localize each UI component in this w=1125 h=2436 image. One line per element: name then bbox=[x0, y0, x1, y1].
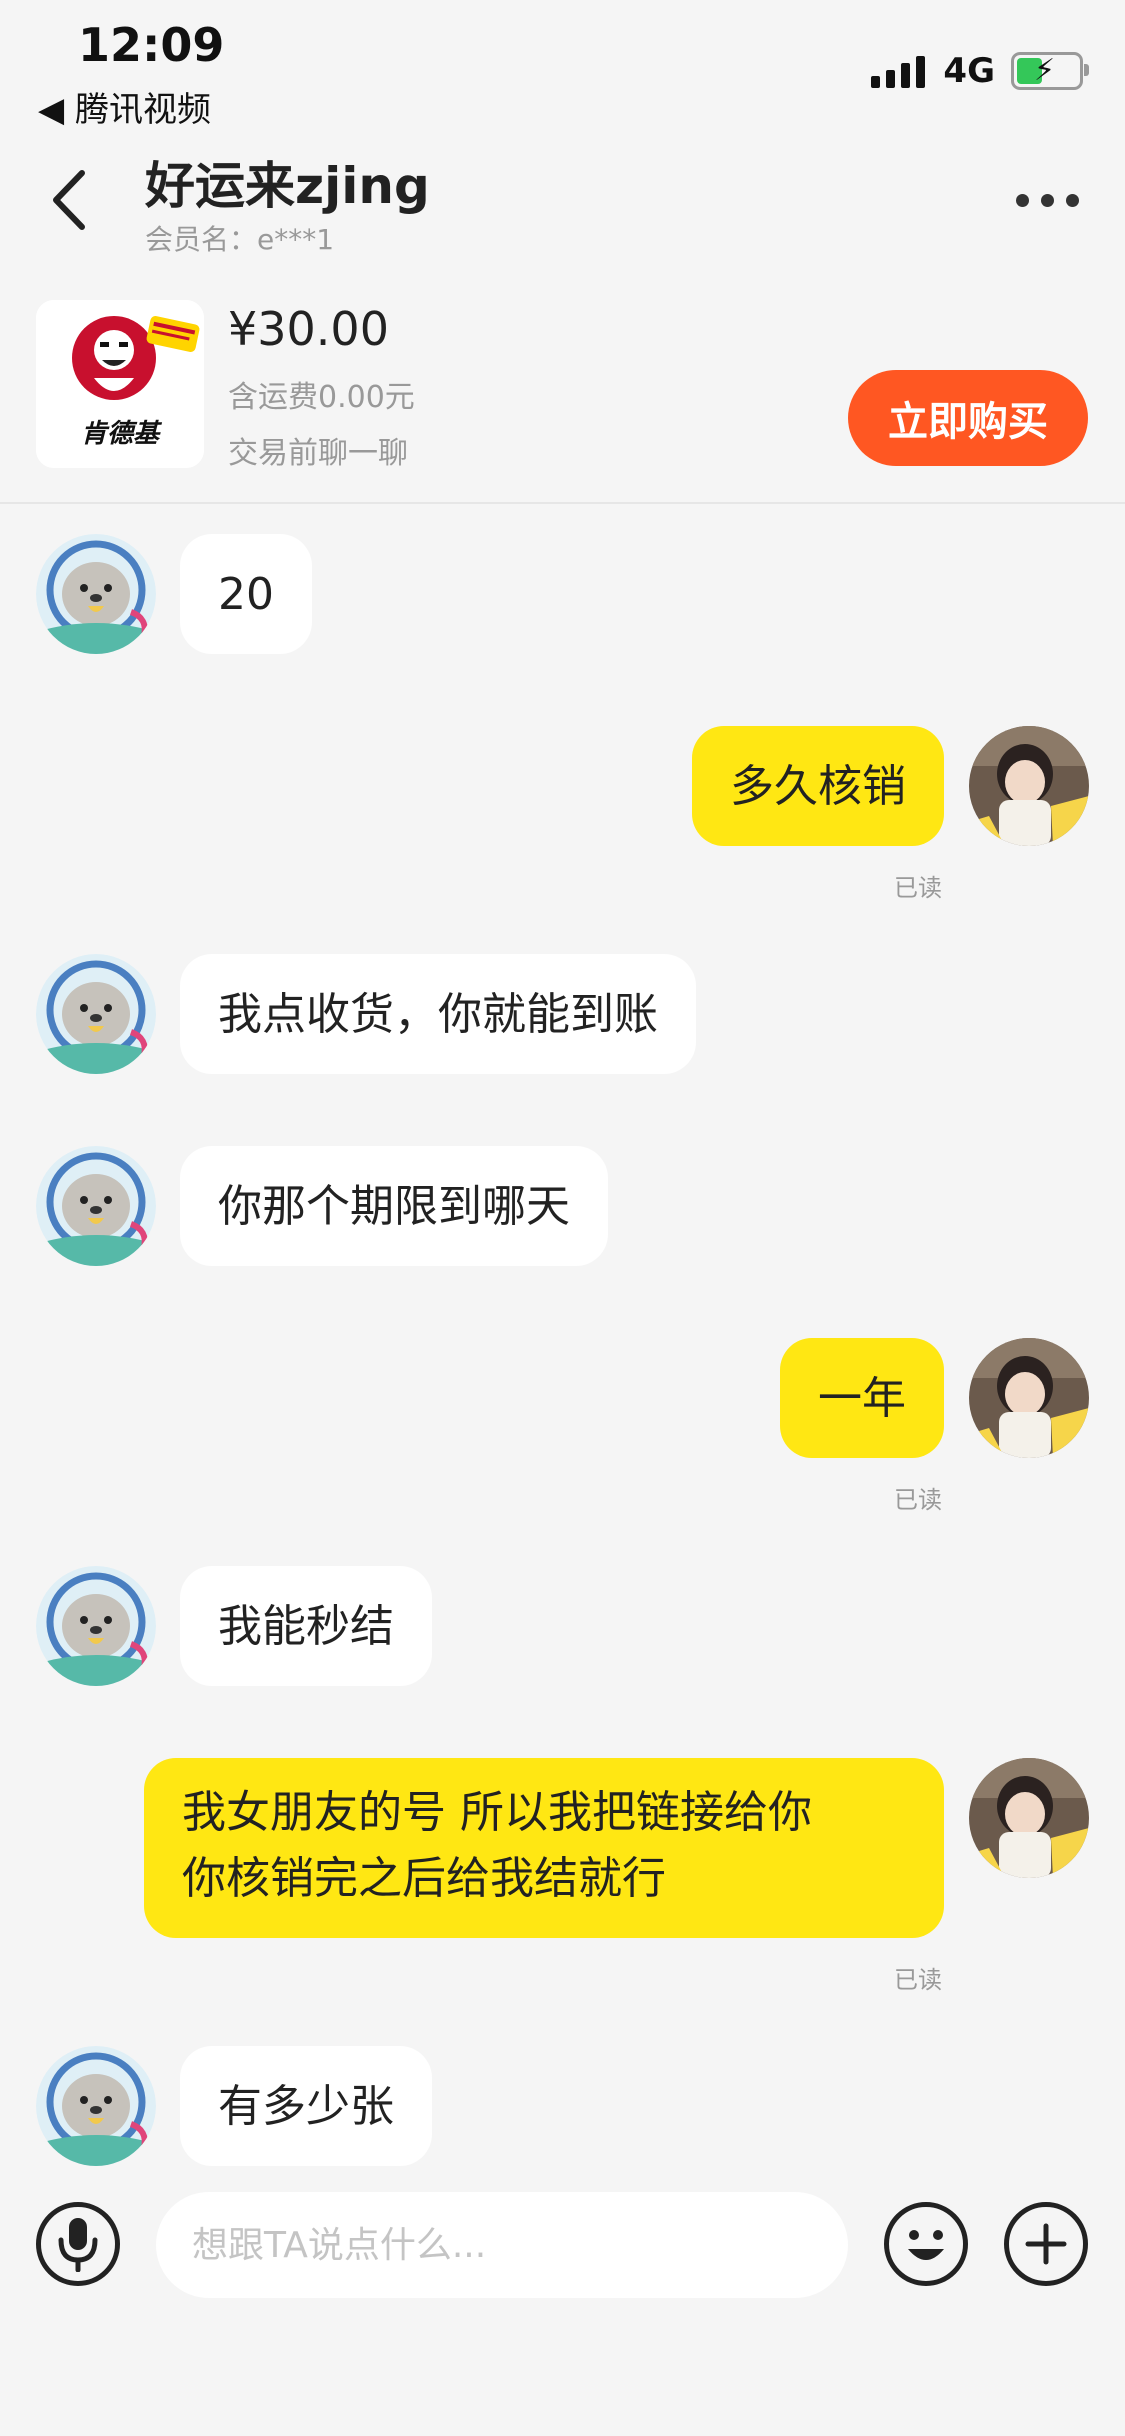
read-status: 已读 bbox=[894, 1966, 942, 1994]
more-dots-icon bbox=[1015, 193, 1029, 207]
message-line: 我女朋友的号 所以我把链接给你 bbox=[182, 1787, 812, 1838]
back-to-app-link[interactable]: ◀ 腾讯视频 bbox=[38, 82, 211, 131]
seller-avatar[interactable] bbox=[36, 2046, 156, 2166]
seal-avatar-icon bbox=[36, 534, 156, 654]
more-actions-button[interactable] bbox=[1004, 2202, 1088, 2286]
network-label: 4G bbox=[943, 51, 995, 91]
seller-avatar[interactable] bbox=[36, 954, 156, 1074]
read-status: 已读 bbox=[894, 1486, 942, 1514]
product-chat-hint: 交易前聊一聊 bbox=[228, 436, 408, 471]
chevron-left-icon bbox=[53, 170, 85, 230]
product-price: ¥30.00 bbox=[228, 302, 389, 356]
seal-avatar-icon bbox=[36, 954, 156, 1074]
message-bubble[interactable]: 一年 bbox=[780, 1338, 944, 1458]
plus-icon bbox=[1025, 2223, 1067, 2265]
voice-button[interactable] bbox=[36, 2202, 120, 2286]
microphone-icon bbox=[58, 2218, 98, 2272]
member-name: 会员名：e***1 bbox=[145, 223, 335, 256]
more-button[interactable] bbox=[1007, 170, 1087, 230]
battery-icon: ⚡ bbox=[1011, 52, 1089, 90]
message-line: 你核销完之后给我结就行 bbox=[182, 1853, 666, 1904]
message-bubble[interactable]: 有多少张 bbox=[180, 2046, 432, 2166]
divider bbox=[0, 502, 1125, 504]
back-button[interactable] bbox=[38, 160, 98, 240]
product-image[interactable]: 肯德基 bbox=[36, 300, 204, 468]
message-bubble[interactable]: 多久核销 bbox=[692, 726, 944, 846]
user-avatar-icon bbox=[969, 726, 1089, 846]
message-bubble[interactable]: 我点收货，你就能到账 bbox=[180, 954, 696, 1074]
buy-now-button[interactable]: 立即购买 bbox=[848, 370, 1088, 466]
page-title: 好运来zjing bbox=[145, 157, 430, 215]
message-bubble[interactable]: 我能秒结 bbox=[180, 1566, 432, 1686]
product-shipping: 含运费0.00元 bbox=[228, 380, 415, 415]
kfc-logo: 肯德基 bbox=[36, 300, 204, 468]
my-avatar[interactable] bbox=[969, 726, 1089, 846]
seal-avatar-icon bbox=[36, 2046, 156, 2166]
emoji-icon bbox=[908, 2230, 944, 2260]
status-time: 12:09 bbox=[78, 18, 225, 72]
chat-screen: 12:09 ◀ 腾讯视频 4G ⚡ 好运来zjing 会员名：e***1 肯德基… bbox=[0, 0, 1125, 2436]
my-avatar[interactable] bbox=[969, 1338, 1089, 1458]
status-indicators: 4G ⚡ bbox=[871, 48, 1089, 94]
signal-icon bbox=[871, 54, 926, 88]
user-avatar-icon bbox=[969, 1758, 1089, 1878]
seal-avatar-icon bbox=[36, 1146, 156, 1266]
user-avatar-icon bbox=[969, 1338, 1089, 1458]
message-bubble[interactable]: 我女朋友的号 所以我把链接给你 你核销完之后给我结就行 bbox=[144, 1758, 944, 1938]
svg-text:肯德基: 肯德基 bbox=[81, 419, 163, 449]
seller-avatar[interactable] bbox=[36, 534, 156, 654]
seal-avatar-icon bbox=[36, 1566, 156, 1686]
seller-avatar[interactable] bbox=[36, 1566, 156, 1686]
my-avatar[interactable] bbox=[969, 1758, 1089, 1878]
seller-avatar[interactable] bbox=[36, 1146, 156, 1266]
emoji-button[interactable] bbox=[884, 2202, 968, 2286]
message-input[interactable] bbox=[156, 2192, 848, 2298]
message-bubble[interactable]: 20 bbox=[180, 534, 312, 654]
message-bubble[interactable]: 你那个期限到哪天 bbox=[180, 1146, 608, 1266]
read-status: 已读 bbox=[894, 874, 942, 902]
